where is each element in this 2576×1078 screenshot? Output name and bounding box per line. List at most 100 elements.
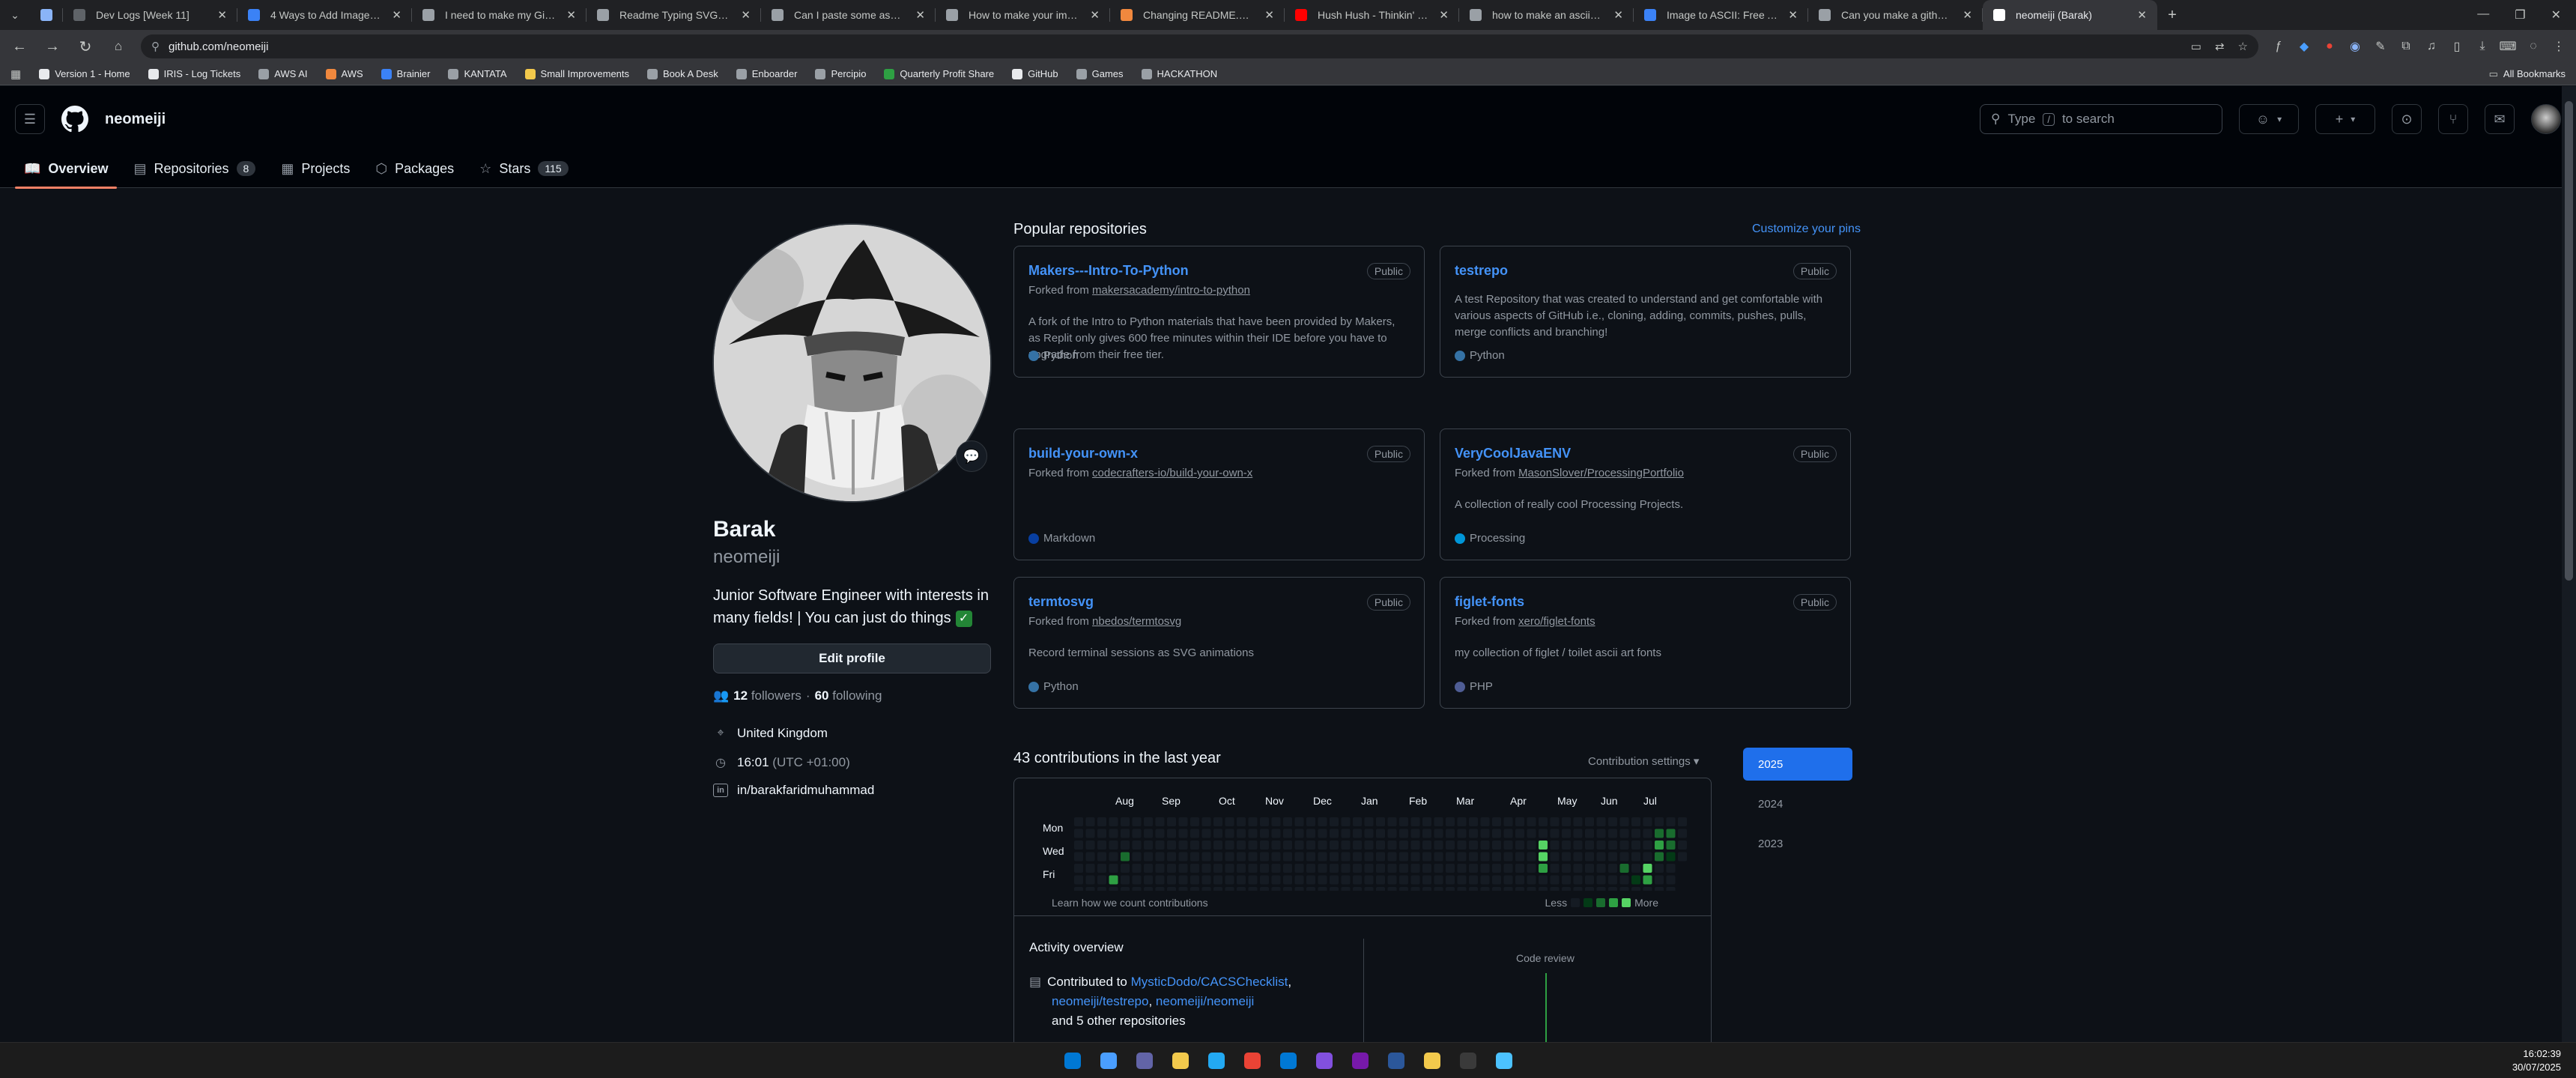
- contribution-day-cell[interactable]: [1492, 875, 1501, 885]
- contribution-day-cell[interactable]: [1074, 829, 1083, 838]
- contribution-day-cell[interactable]: [1294, 829, 1304, 838]
- contribution-day-cell[interactable]: [1492, 817, 1501, 826]
- contribution-day-cell[interactable]: [1446, 817, 1455, 826]
- contribution-day-cell[interactable]: [1167, 817, 1176, 826]
- contribution-day-cell[interactable]: [1585, 829, 1594, 838]
- forked-from-link[interactable]: makersacademy/intro-to-python: [1092, 284, 1250, 297]
- contribution-day-cell[interactable]: [1283, 852, 1292, 862]
- contribution-day-cell[interactable]: [1434, 841, 1443, 850]
- contribution-day-cell[interactable]: [1248, 864, 1258, 873]
- contribution-day-cell[interactable]: [1306, 852, 1315, 862]
- browser-tab[interactable]: Changing README.md image size✕: [1110, 0, 1285, 30]
- contribution-day-cell[interactable]: [1550, 864, 1560, 873]
- cast-icon[interactable]: ▭: [2191, 40, 2201, 53]
- bookmark-item[interactable]: HACKATHON: [1141, 68, 1217, 79]
- contribution-day-cell[interactable]: [1434, 829, 1443, 838]
- contribution-day-cell[interactable]: [1457, 829, 1467, 838]
- page-scrollbar[interactable]: [2562, 86, 2576, 1042]
- profile-linkedin[interactable]: in in/barakfaridmuhammad: [713, 783, 874, 798]
- copilot-button[interactable]: ☺ ▾: [2239, 104, 2299, 134]
- contribution-day-cell[interactable]: [1399, 817, 1408, 826]
- contribution-day-cell[interactable]: [1631, 864, 1640, 873]
- contribution-day-cell[interactable]: [1376, 887, 1385, 891]
- teams-icon[interactable]: [1133, 1049, 1157, 1073]
- scrollbar-thumb[interactable]: [2565, 101, 2573, 581]
- contribution-day-cell[interactable]: [1271, 841, 1281, 850]
- contribution-day-cell[interactable]: [1167, 864, 1176, 873]
- contribution-day-cell[interactable]: [1132, 875, 1142, 885]
- pull-requests-icon[interactable]: ⑂: [2438, 104, 2468, 134]
- contribution-day-cell[interactable]: [1318, 852, 1327, 862]
- bookmark-item[interactable]: Percipio: [815, 68, 866, 79]
- contribution-day-cell[interactable]: [1550, 841, 1560, 850]
- search-input[interactable]: ⚲ Type / to search: [1980, 104, 2222, 134]
- contribution-day-cell[interactable]: [1294, 887, 1304, 891]
- contribution-day-cell[interactable]: [1492, 852, 1501, 862]
- contribution-day-cell[interactable]: [1457, 817, 1467, 826]
- contribution-day-cell[interactable]: [1399, 841, 1408, 850]
- contribution-day-cell[interactable]: [1167, 841, 1176, 850]
- contribution-day-cell[interactable]: [1666, 864, 1676, 873]
- contribution-day-cell[interactable]: [1190, 864, 1199, 873]
- contribution-day-cell[interactable]: [1155, 875, 1165, 885]
- contribution-day-cell[interactable]: [1167, 887, 1176, 891]
- tab-close-icon[interactable]: ✕: [915, 8, 925, 22]
- home-icon[interactable]: ⌂: [108, 36, 129, 57]
- contribution-day-cell[interactable]: [1596, 817, 1606, 826]
- contribution-day-cell[interactable]: [1132, 887, 1142, 891]
- back-icon[interactable]: ←: [9, 36, 30, 57]
- contribution-day-cell[interactable]: [1446, 864, 1455, 873]
- contribution-day-cell[interactable]: [1306, 817, 1315, 826]
- contribution-day-cell[interactable]: [1306, 887, 1315, 891]
- browser-tab[interactable]: Can you make a github profile✕: [1808, 0, 1983, 30]
- contribution-day-cell[interactable]: [1643, 864, 1652, 873]
- user-avatar[interactable]: [2531, 104, 2561, 134]
- contribution-day-cell[interactable]: [1190, 887, 1199, 891]
- contribution-day-cell[interactable]: [1422, 829, 1431, 838]
- contribution-day-cell[interactable]: [1446, 841, 1455, 850]
- contribution-day-cell[interactable]: [1144, 875, 1153, 885]
- forward-icon[interactable]: →: [42, 36, 63, 57]
- contribution-day-cell[interactable]: [1085, 841, 1095, 850]
- contribution-day-cell[interactable]: [1596, 875, 1606, 885]
- contribution-day-cell[interactable]: [1596, 829, 1606, 838]
- contribution-day-cell[interactable]: [1294, 875, 1304, 885]
- contribution-day-cell[interactable]: [1608, 887, 1617, 891]
- contribution-day-cell[interactable]: [1539, 887, 1548, 891]
- onenote-icon[interactable]: [1348, 1049, 1372, 1073]
- hamburger-menu-icon[interactable]: ☰: [15, 104, 45, 134]
- contribution-day-cell[interactable]: [1364, 864, 1374, 873]
- contribution-day-cell[interactable]: [1248, 852, 1258, 862]
- contribution-day-cell[interactable]: [1631, 841, 1640, 850]
- extension-icon[interactable]: ●: [2321, 38, 2338, 55]
- repo-name-link[interactable]: termtosvg: [1028, 594, 1094, 610]
- repo-name-link[interactable]: testrepo: [1455, 263, 1508, 279]
- contribution-day-cell[interactable]: [1237, 829, 1246, 838]
- contribution-day-cell[interactable]: [1085, 852, 1095, 862]
- contribution-day-cell[interactable]: [1144, 887, 1153, 891]
- contribution-day-cell[interactable]: [1121, 817, 1130, 826]
- tab-close-icon[interactable]: ✕: [1613, 8, 1623, 22]
- contribution-day-cell[interactable]: [1248, 829, 1258, 838]
- contribution-day-cell[interactable]: [1178, 864, 1188, 873]
- contribution-day-cell[interactable]: [1353, 887, 1362, 891]
- contribution-day-cell[interactable]: [1457, 864, 1467, 873]
- contribution-day-cell[interactable]: [1330, 817, 1339, 826]
- contribution-day-cell[interactable]: [1469, 852, 1478, 862]
- contribution-day-cell[interactable]: [1109, 852, 1118, 862]
- contribution-day-cell[interactable]: [1376, 841, 1385, 850]
- contribution-day-cell[interactable]: [1539, 875, 1548, 885]
- contribution-day-cell[interactable]: [1573, 887, 1583, 891]
- create-new-button[interactable]: + ▾: [2315, 104, 2375, 134]
- contribution-day-cell[interactable]: [1492, 864, 1501, 873]
- contribution-day-cell[interactable]: [1097, 887, 1106, 891]
- contribution-day-cell[interactable]: [1585, 887, 1594, 891]
- browser-tab[interactable]: [30, 0, 63, 30]
- contribution-day-cell[interactable]: [1178, 841, 1188, 850]
- contribution-day-cell[interactable]: [1596, 852, 1606, 862]
- contribution-day-cell[interactable]: [1585, 852, 1594, 862]
- contribution-day-cell[interactable]: [1294, 852, 1304, 862]
- contribution-day-cell[interactable]: [1144, 841, 1153, 850]
- windows-start-icon[interactable]: [1061, 1049, 1085, 1073]
- bookmark-star-icon[interactable]: ☆: [2238, 40, 2248, 53]
